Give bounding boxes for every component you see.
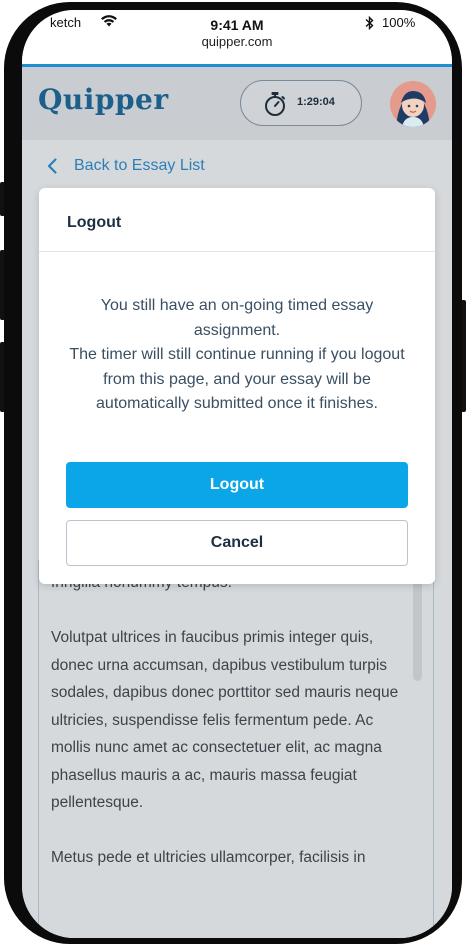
phone-mockup: ketch 9:41 AM quipper.com 100% Quipper 1… xyxy=(0,0,466,946)
chevron-left-icon xyxy=(44,157,62,175)
logout-button[interactable]: Logout xyxy=(66,462,408,508)
back-link-label: Back to Essay List xyxy=(74,157,205,174)
app-header: Quipper 1:29:04 xyxy=(22,64,452,140)
dialog-message-line: You still have an on-going timed essay a… xyxy=(100,297,374,339)
dialog-header: Logout xyxy=(39,188,435,252)
stopwatch-icon xyxy=(263,91,287,122)
bluetooth-icon xyxy=(365,15,374,33)
dialog-message-line: The timer will still continue running if… xyxy=(69,346,405,412)
phone-frame: ketch 9:41 AM quipper.com 100% Quipper 1… xyxy=(4,2,462,944)
phone-screen: ketch 9:41 AM quipper.com 100% Quipper 1… xyxy=(22,10,452,938)
battery-label: 100% xyxy=(382,15,416,30)
timer-value: 1:29:04 xyxy=(297,96,335,108)
logout-dialog: Logout You still have an on-going timed … xyxy=(39,188,435,584)
essay-paragraph: Metus pede et ultricies ullamcorper, fac… xyxy=(51,849,366,866)
dialog-message: You still have an on-going timed essay a… xyxy=(59,294,415,417)
essay-paragraph: Volutpat ultrices in faucibus primis int… xyxy=(51,629,399,811)
essay-text-area[interactable]: fringilla nonummy tempus. Volutpat ultri… xyxy=(38,560,434,938)
back-to-essay-list-link[interactable]: Back to Essay List xyxy=(44,154,205,178)
dialog-title: Logout xyxy=(67,214,122,231)
user-avatar[interactable] xyxy=(390,81,436,127)
essay-content: fringilla nonummy tempus. Volutpat ultri… xyxy=(51,561,401,899)
status-bar: ketch 9:41 AM quipper.com 100% xyxy=(22,10,452,64)
timer-pill[interactable]: 1:29:04 xyxy=(240,80,362,126)
cancel-button[interactable]: Cancel xyxy=(66,520,408,566)
quipper-logo[interactable]: Quipper xyxy=(38,83,169,116)
url-bar[interactable]: quipper.com xyxy=(22,34,452,49)
